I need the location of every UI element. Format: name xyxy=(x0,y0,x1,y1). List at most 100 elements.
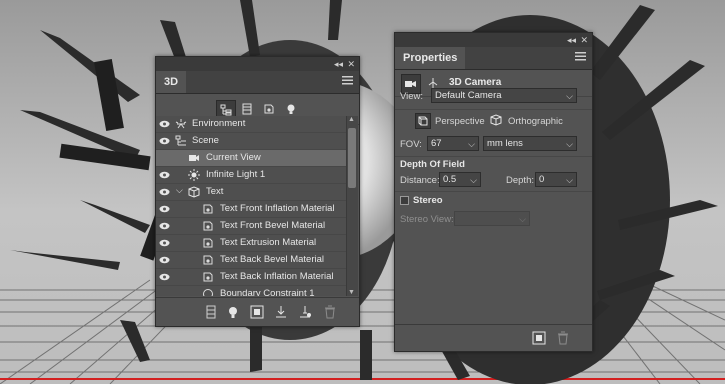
export-icon[interactable] xyxy=(274,305,288,319)
material-icon xyxy=(203,221,213,231)
fov-label: FOV: xyxy=(400,139,422,150)
add-light-icon[interactable] xyxy=(226,305,240,319)
camera-icon xyxy=(405,81,416,87)
tree-row-label: Text Back Bevel Material xyxy=(220,254,325,265)
tree-row-material[interactable]: Text Back Bevel Material xyxy=(156,252,346,269)
tree-scrollbar[interactable]: ▲ ▼ xyxy=(346,116,358,296)
tab-properties[interactable]: Properties xyxy=(395,47,466,69)
scene-tree[interactable]: Environment Scene Current View Infinite … xyxy=(156,116,346,296)
visibility-eye-icon[interactable] xyxy=(159,273,170,281)
lens-unit-value: mm lens xyxy=(487,138,523,149)
view-dropdown[interactable]: Default Camera ⌵ xyxy=(431,88,577,103)
visibility-eye-icon[interactable] xyxy=(159,120,170,128)
tree-row-label: Infinite Light 1 xyxy=(206,169,266,180)
trash-icon[interactable] xyxy=(556,331,570,345)
tree-row-label: Boundary Constraint 1 xyxy=(220,288,315,296)
orthographic-icon[interactable] xyxy=(489,113,503,127)
material-icon xyxy=(203,255,213,265)
distance-value: 0.5 xyxy=(443,174,457,185)
properties-bottom-toolbar xyxy=(395,324,592,351)
orthographic-label[interactable]: Orthographic xyxy=(508,116,563,127)
tree-row-current-view[interactable]: Current View xyxy=(156,150,346,167)
scroll-thumb[interactable] xyxy=(348,128,356,188)
tree-row-material[interactable]: Text Front Bevel Material xyxy=(156,218,346,235)
camera-icon xyxy=(189,155,199,161)
tree-row-label: Text Front Inflation Material xyxy=(220,203,335,214)
environment-icon xyxy=(175,119,187,129)
tree-row-material[interactable]: Text Front Inflation Material xyxy=(156,201,346,218)
visibility-eye-placeholder[interactable] xyxy=(159,290,170,296)
3d-panel: ◂◂ ✕ 3D Environment Scene Current View I… xyxy=(155,56,360,327)
panel-titlebar[interactable]: ◂◂ ✕ xyxy=(156,57,359,71)
trash-icon[interactable] xyxy=(323,305,337,319)
depth-value: 0 xyxy=(539,174,545,185)
visibility-eye-icon[interactable] xyxy=(159,188,170,196)
close-icon[interactable]: ✕ xyxy=(347,58,355,70)
scene-filter-icon xyxy=(220,104,232,116)
depth-label: Depth: xyxy=(506,175,534,186)
new-mesh-icon[interactable] xyxy=(204,305,218,319)
panel-menu-icon[interactable] xyxy=(342,76,353,85)
tree-row-scene[interactable]: Scene xyxy=(156,133,346,150)
light-filter-icon xyxy=(287,104,295,114)
visibility-eye-icon[interactable] xyxy=(159,222,170,230)
panel-menu-icon[interactable] xyxy=(575,52,586,61)
material-icon xyxy=(203,272,213,282)
visibility-eye-icon[interactable] xyxy=(159,256,170,264)
tree-row-label: Text xyxy=(206,186,224,197)
tree-row-label: Text Extrusion Material xyxy=(220,237,317,248)
chevron-down-icon: ⌵ xyxy=(470,175,477,185)
tree-row-material[interactable]: Text Back Inflation Material xyxy=(156,269,346,286)
constraint-icon xyxy=(203,289,213,296)
chevron-down-icon[interactable]: ⌵ xyxy=(176,185,183,196)
render-icon[interactable] xyxy=(532,331,546,345)
tab-3d[interactable]: 3D xyxy=(156,71,187,93)
material-icon xyxy=(203,238,213,248)
chevron-down-icon: ⌵ xyxy=(519,214,526,224)
visibility-eye-placeholder[interactable] xyxy=(159,154,170,162)
tree-row-label: Text Back Inflation Material xyxy=(220,271,334,282)
visibility-eye-icon[interactable] xyxy=(159,171,170,179)
chevron-down-icon: ⌵ xyxy=(566,139,573,149)
chevron-down-icon: ⌵ xyxy=(566,91,573,101)
collapse-icon[interactable]: ◂◂ xyxy=(334,58,343,70)
chevron-down-icon: ⌵ xyxy=(468,139,475,149)
mesh-icon xyxy=(188,186,200,198)
3d-viewport[interactable] xyxy=(0,0,725,384)
chevron-down-icon: ⌵ xyxy=(566,175,573,185)
tree-row-label: Text Front Bevel Material xyxy=(220,220,326,231)
tree-row-environment[interactable]: Environment xyxy=(156,116,346,133)
tree-row-text[interactable]: ⌵ Text xyxy=(156,184,346,201)
stereo-label[interactable]: Stereo xyxy=(413,195,443,206)
depth-field[interactable]: 0 ⌵ xyxy=(535,172,577,187)
tree-row-infinite-light[interactable]: Infinite Light 1 xyxy=(156,167,346,184)
panel-titlebar[interactable]: ◂◂ ✕ xyxy=(395,33,592,47)
fov-field[interactable]: 67 ⌵ xyxy=(427,136,479,151)
tree-row-material[interactable]: Text Extrusion Material xyxy=(156,235,346,252)
visibility-eye-icon[interactable] xyxy=(159,137,170,145)
stereo-view-dropdown[interactable]: ⌵ xyxy=(454,211,530,226)
lens-unit-dropdown[interactable]: mm lens ⌵ xyxy=(483,136,577,151)
perspective-icon[interactable] xyxy=(415,113,431,129)
fov-value: 67 xyxy=(431,138,442,149)
scroll-down-icon[interactable]: ▼ xyxy=(348,289,355,296)
tree-row-constraint[interactable]: Boundary Constraint 1 xyxy=(156,286,346,296)
render-icon[interactable] xyxy=(250,305,264,319)
close-icon[interactable]: ✕ xyxy=(580,34,588,46)
stereo-checkbox[interactable] xyxy=(400,196,409,205)
collapse-icon[interactable]: ◂◂ xyxy=(567,34,576,46)
perspective-label[interactable]: Perspective xyxy=(435,116,485,127)
visibility-eye-icon[interactable] xyxy=(159,205,170,213)
visibility-eye-icon[interactable] xyxy=(159,239,170,247)
panel-bottom-toolbar xyxy=(156,297,359,326)
mesh-filter-icon xyxy=(242,103,252,115)
scroll-up-icon[interactable]: ▲ xyxy=(348,116,355,123)
tree-row-label: Environment xyxy=(192,118,246,129)
constraint-add-icon[interactable] xyxy=(298,305,312,319)
view-label: View: xyxy=(400,91,424,102)
light-icon xyxy=(188,169,200,181)
distance-field[interactable]: 0.5 ⌵ xyxy=(439,172,481,187)
properties-title: 3D Camera xyxy=(449,77,502,88)
properties-panel: ◂◂ ✕ Properties 3D Camera View: Default … xyxy=(394,32,593,352)
material-filter-icon xyxy=(264,104,274,114)
